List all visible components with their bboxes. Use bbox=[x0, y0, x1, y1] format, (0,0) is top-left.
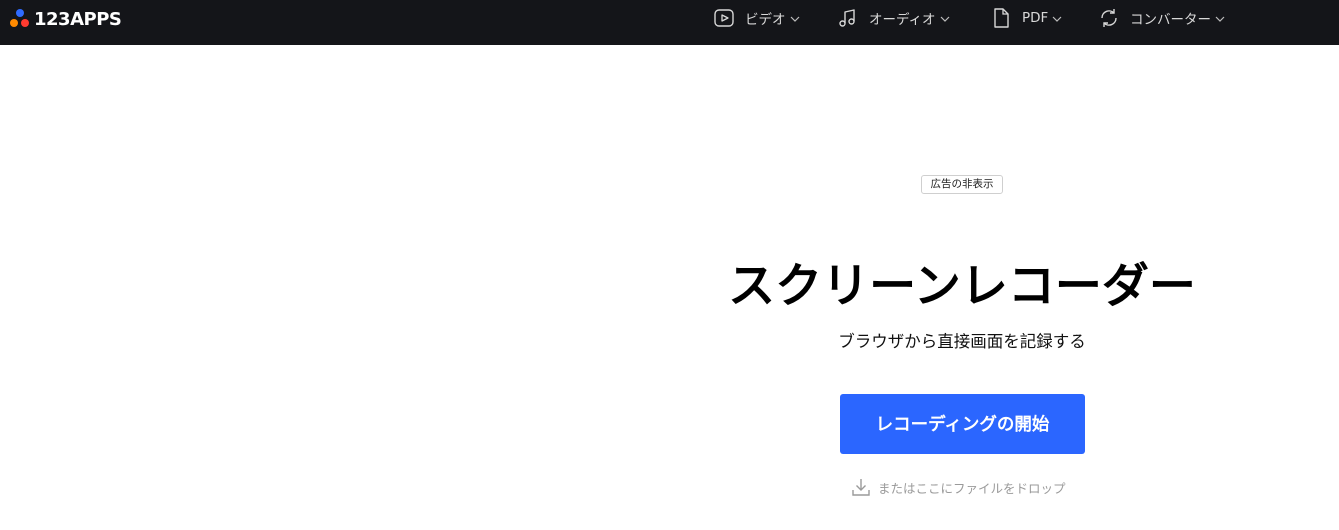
logo[interactable]: 123APPS bbox=[9, 8, 122, 30]
hide-ads-button[interactable]: 広告の非表示 bbox=[921, 175, 1003, 194]
document-icon bbox=[994, 8, 1009, 28]
page-title: スクリーンレコーダー bbox=[728, 259, 1196, 314]
nav-label-converter: コンバーター bbox=[1130, 12, 1211, 28]
page-subtitle: ブラウザから直接画面を記録する bbox=[838, 332, 1086, 351]
chevron-down-icon bbox=[1215, 16, 1225, 22]
start-recording-button[interactable]: レコーディングの開始 bbox=[840, 394, 1085, 454]
chevron-down-icon bbox=[1052, 16, 1062, 22]
video-play-icon bbox=[714, 9, 734, 27]
top-navigation-bar: 123APPS ビデオ オーディオ PDF コンバーター bbox=[0, 0, 1339, 45]
file-drop-hint[interactable]: またはここにファイルをドロップ bbox=[850, 476, 1066, 498]
nav-item-audio[interactable]: オーディオ bbox=[837, 0, 950, 36]
nav-label-video: ビデオ bbox=[745, 12, 786, 28]
nav-item-pdf[interactable]: PDF bbox=[990, 0, 1062, 36]
nav-label-pdf: PDF bbox=[1022, 10, 1049, 26]
music-note-icon bbox=[839, 9, 855, 27]
nav-item-video[interactable]: ビデオ bbox=[713, 0, 800, 36]
chevron-down-icon bbox=[940, 16, 949, 22]
file-drop-hint-label: またはここにファイルをドロップ bbox=[878, 480, 1066, 496]
nav-label-audio: オーディオ bbox=[869, 12, 936, 28]
logo-text: 123APPS bbox=[34, 8, 122, 30]
page-title-container: スクリーンレコーダー bbox=[662, 252, 1262, 322]
page-subtitle-container: ブラウザから直接画面を記録する bbox=[762, 330, 1162, 354]
convert-arrows-icon bbox=[1101, 9, 1117, 27]
nav-item-converter[interactable]: コンバーター bbox=[1098, 0, 1225, 36]
chevron-down-icon bbox=[790, 16, 799, 22]
download-icon bbox=[852, 479, 870, 496]
logo-dots-icon bbox=[9, 8, 31, 30]
